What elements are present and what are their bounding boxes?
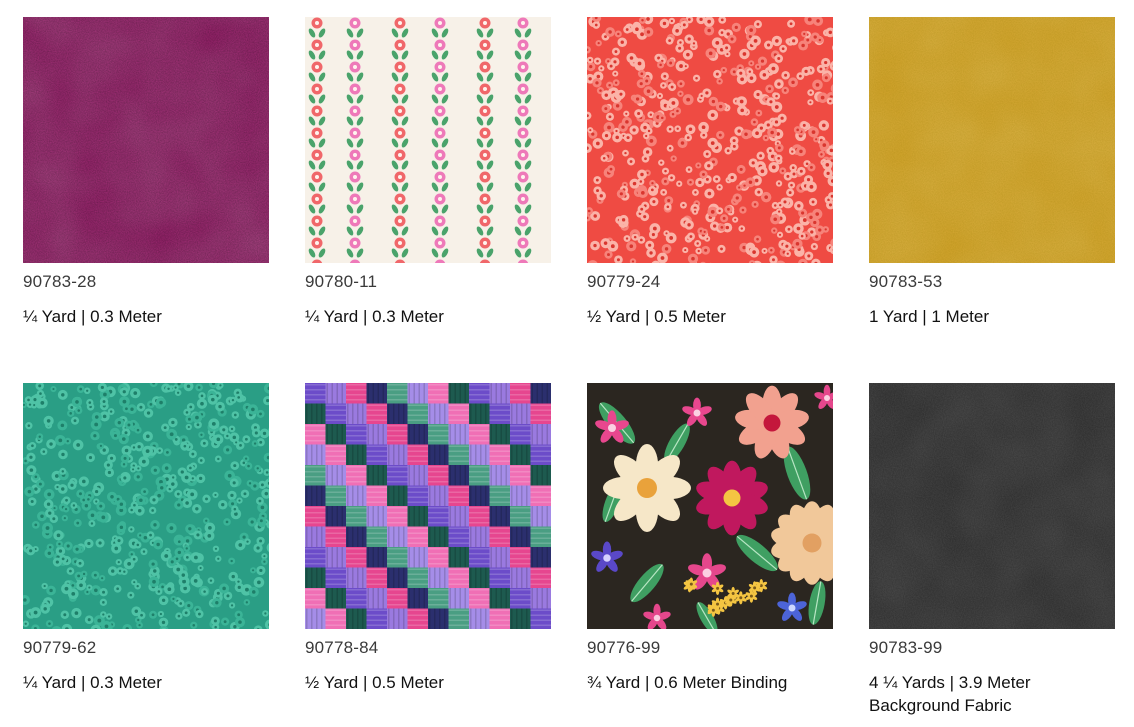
- fabric-card[interactable]: 90783-99 4 ¼ Yards | 3.9 Meter Backgroun…: [869, 383, 1116, 717]
- fabric-code: 90779-24: [587, 272, 661, 291]
- fabric-amount: ¼ Yard | 0.3 Meter: [305, 307, 444, 326]
- fabric-swatch-image[interactable]: [23, 383, 269, 629]
- fabric-swatch-image[interactable]: [23, 17, 269, 263]
- fabric-card[interactable]: 90779-62 ¼ Yard | 0.3 Meter: [23, 383, 270, 694]
- fabric-code: 90778-84: [305, 638, 379, 657]
- fabric-code: 90776-99: [587, 638, 661, 657]
- fabric-swatch-image[interactable]: [869, 383, 1115, 629]
- fabric-amount: ¼ Yard | 0.3 Meter: [23, 307, 162, 326]
- fabric-code: 90783-99: [869, 638, 943, 657]
- fabric-swatch-image[interactable]: [587, 383, 833, 629]
- fabric-card[interactable]: 90779-24 ½ Yard | 0.5 Meter: [587, 17, 834, 328]
- fabric-card[interactable]: 90783-53 1 Yard | 1 Meter: [869, 17, 1116, 328]
- fabric-code: 90780-11: [305, 272, 378, 291]
- fabric-swatch-image[interactable]: [587, 17, 833, 263]
- fabric-amount: ¾ Yard | 0.6 Meter Binding: [587, 673, 788, 692]
- fabric-amount: ½ Yard | 0.5 Meter: [587, 307, 726, 326]
- fabric-code: 90783-28: [23, 272, 97, 291]
- fabric-card[interactable]: 90776-99 ¾ Yard | 0.6 Meter Binding: [587, 383, 834, 694]
- fabric-amount: ½ Yard | 0.5 Meter: [305, 673, 444, 692]
- fabric-amount: 4 ¼ Yards | 3.9 Meter: [869, 673, 1031, 692]
- fabric-code: 90783-53: [869, 272, 943, 291]
- fabric-swatch-image[interactable]: [869, 17, 1115, 263]
- fabric-card[interactable]: 90778-84 ½ Yard | 0.5 Meter: [305, 383, 552, 694]
- fabric-card[interactable]: 90780-11 ¼ Yard | 0.3 Meter: [305, 17, 552, 328]
- fabric-swatch-image[interactable]: [305, 383, 551, 629]
- fabric-amount: ¼ Yard | 0.3 Meter: [23, 673, 162, 692]
- fabric-swatch-image[interactable]: [305, 17, 551, 263]
- fabric-amount-note: Background Fabric: [869, 696, 1012, 715]
- fabric-code: 90779-62: [23, 638, 97, 657]
- fabric-card[interactable]: 90783-28 ¼ Yard | 0.3 Meter: [23, 17, 270, 328]
- fabric-amount: 1 Yard | 1 Meter: [869, 307, 990, 326]
